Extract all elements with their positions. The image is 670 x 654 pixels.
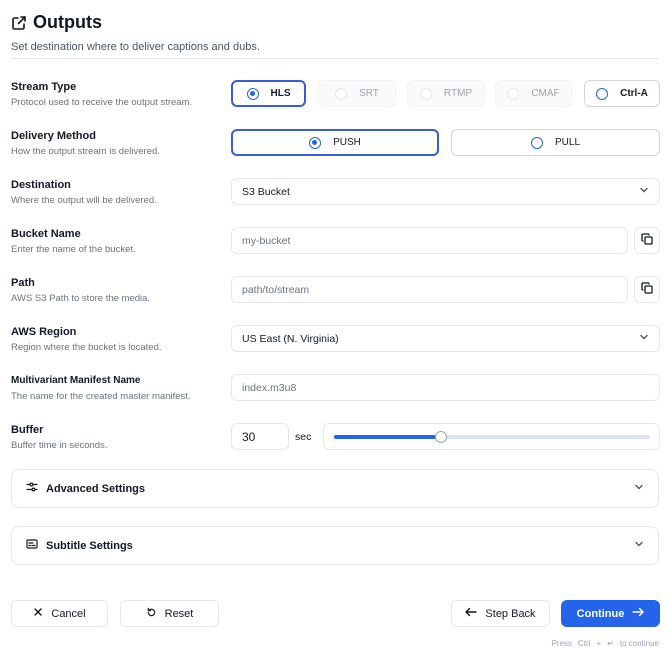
slider-track [334, 431, 650, 443]
copy-icon [641, 232, 653, 250]
slider-fill [334, 435, 441, 439]
close-icon [33, 607, 43, 620]
copy-icon [641, 281, 653, 299]
manifest-description: The name for the created master manifest… [11, 391, 191, 402]
path-input[interactable]: path/to/stream [231, 276, 628, 303]
radio-icon [335, 87, 348, 100]
buffer-row: Buffer Buffer time in seconds. 30 sec [11, 423, 660, 453]
stream-type-description: Protocol used to receive the output stre… [11, 97, 193, 108]
path-row: Path AWS S3 Path to store the media. pat… [11, 276, 660, 306]
cancel-button[interactable]: Cancel [11, 600, 108, 627]
radio-selected-icon [246, 87, 259, 100]
subtitle-settings-accordion[interactable]: Subtitle Settings [11, 526, 659, 565]
bucket-name-description: Enter the name of the bucket. [11, 244, 136, 255]
radio-icon [596, 87, 609, 100]
delivery-method-row: Delivery Method How the output stream is… [11, 129, 660, 159]
page-header: Outputs Set destination where to deliver… [11, 12, 659, 53]
keyboard-hint: Press Ctrl + ↵ to continue [551, 639, 659, 648]
path-label: Path [11, 277, 35, 289]
manifest-row: Multivariant Manifest Name The name for … [11, 374, 660, 404]
header-divider [11, 58, 659, 59]
reset-icon [146, 607, 157, 621]
advanced-settings-accordion[interactable]: Advanced Settings [11, 469, 659, 508]
radio-icon [530, 136, 543, 149]
destination-row: Destination Where the output will be del… [11, 178, 660, 208]
radio-icon [507, 87, 520, 100]
stream-type-option-ctrl-a[interactable]: Ctrl-A [584, 80, 660, 107]
chevron-down-icon [639, 185, 649, 198]
aws-region-row: AWS Region Region where the bucket is lo… [11, 325, 660, 355]
manifest-input[interactable]: index.m3u8 [231, 374, 660, 401]
arrow-right-icon [632, 607, 645, 620]
copy-bucket-button[interactable] [634, 227, 660, 254]
delivery-option-push[interactable]: PUSH [231, 129, 439, 156]
aws-region-select[interactable]: US East (N. Virginia) [231, 325, 660, 352]
path-description: AWS S3 Path to store the media. [11, 293, 151, 304]
bucket-name-label: Bucket Name [11, 228, 81, 240]
enter-key-icon: ↵ [607, 639, 614, 648]
stream-type-row: Stream Type Protocol used to receive the… [11, 80, 660, 110]
slider-thumb[interactable] [435, 431, 447, 443]
delivery-option-pull[interactable]: PULL [451, 129, 660, 156]
buffer-unit: sec [295, 431, 312, 443]
destination-label: Destination [11, 179, 71, 191]
chevron-down-icon [639, 332, 649, 345]
radio-icon [419, 87, 432, 100]
destination-description: Where the output will be delivered. [11, 195, 157, 206]
sliders-icon [26, 481, 38, 496]
aws-region-label: AWS Region [11, 326, 77, 338]
chevron-down-icon [634, 482, 644, 495]
stream-type-option-rtmp[interactable]: RTMP [407, 80, 485, 107]
buffer-label: Buffer [11, 424, 44, 436]
reset-button[interactable]: Reset [120, 600, 219, 627]
stream-type-option-hls[interactable]: HLS [231, 80, 306, 107]
stream-type-option-cmaf[interactable]: CMAF [495, 80, 572, 107]
manifest-label: Multivariant Manifest Name [11, 375, 141, 386]
subtitle-settings-label: Subtitle Settings [46, 539, 133, 552]
page-subtitle: Set destination where to deliver caption… [11, 41, 260, 53]
buffer-description: Buffer time in seconds. [11, 440, 108, 451]
buffer-slider[interactable] [323, 423, 660, 450]
continue-button[interactable]: Continue [561, 600, 660, 627]
subtitles-icon [26, 538, 38, 553]
delivery-method-label: Delivery Method [11, 130, 96, 142]
stream-type-option-srt[interactable]: SRT [318, 80, 396, 107]
chevron-down-icon [634, 539, 644, 552]
copy-path-button[interactable] [634, 276, 660, 303]
advanced-settings-label: Advanced Settings [46, 482, 146, 495]
destination-select[interactable]: S3 Bucket [231, 178, 660, 205]
bucket-name-row: Bucket Name Enter the name of the bucket… [11, 227, 660, 257]
delivery-method-description: How the output stream is delivered. [11, 146, 160, 157]
aws-region-description: Region where the bucket is located. [11, 342, 162, 353]
bucket-name-input[interactable]: my-bucket [231, 227, 628, 254]
arrow-left-icon [465, 607, 478, 620]
external-link-icon [11, 15, 27, 31]
ctrl-key: Ctrl [578, 639, 591, 648]
radio-selected-icon [309, 136, 322, 149]
stream-type-label: Stream Type [11, 81, 77, 93]
buffer-input[interactable]: 30 [231, 423, 289, 450]
step-back-button[interactable]: Step Back [451, 600, 550, 627]
page-title: Outputs [33, 12, 102, 32]
